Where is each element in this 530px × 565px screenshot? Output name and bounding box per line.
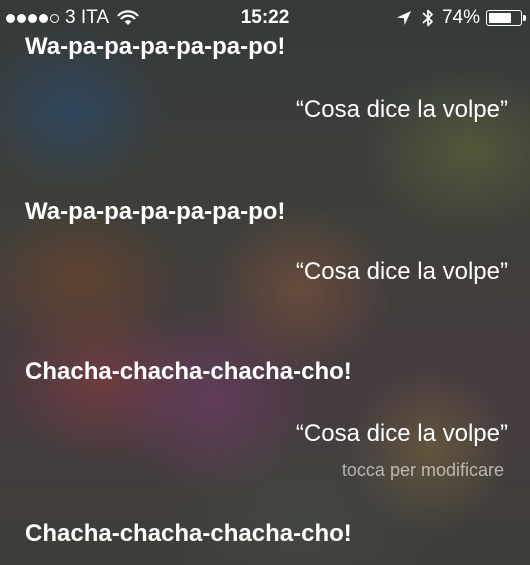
siri-reply: Wa-pa-pa-pa-pa-pa-po! bbox=[25, 198, 286, 225]
user-query: “Cosa dice la volpe” bbox=[295, 258, 508, 285]
status-bar: 3 ITA 15:22 74% bbox=[0, 0, 530, 36]
siri-reply: Wa-pa-pa-pa-pa-pa-po! bbox=[25, 33, 286, 60]
siri-reply: Chacha-chacha-chacha-cho! bbox=[25, 358, 352, 385]
battery-level-fill bbox=[489, 13, 512, 23]
location-arrow-icon bbox=[396, 11, 411, 25]
edit-hint[interactable]: tocca per modificare bbox=[342, 460, 504, 481]
battery-tip bbox=[523, 15, 526, 21]
bluetooth-icon bbox=[422, 9, 433, 27]
battery-icon bbox=[486, 10, 526, 26]
siri-reply: Chacha-chacha-chacha-cho! bbox=[25, 520, 352, 547]
user-query-editable[interactable]: “Cosa dice la volpe” bbox=[296, 420, 508, 448]
battery-percent: 74% bbox=[441, 7, 480, 28]
user-query: “Cosa dice la volpe” bbox=[295, 96, 508, 123]
status-bar-right: 74% bbox=[396, 0, 526, 36]
